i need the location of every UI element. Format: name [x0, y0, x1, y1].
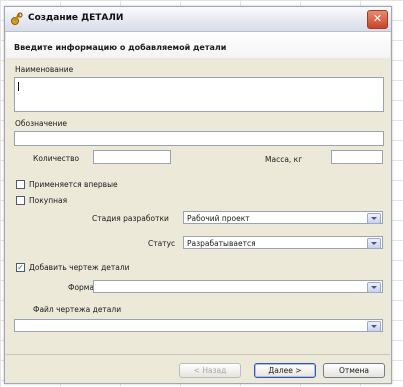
stage-select[interactable]: Рабочий проект: [183, 211, 383, 224]
name-textarea[interactable]: [14, 77, 384, 112]
drawing-file-select[interactable]: [14, 319, 383, 332]
checkmark-icon: ✓: [17, 263, 24, 272]
drawing-file-label: Файл чертежа детали: [33, 305, 122, 314]
applied-first-label: Применяется впервые: [29, 180, 118, 189]
cancel-button[interactable]: Отмена: [323, 363, 385, 378]
designation-label: Обозначение: [15, 119, 68, 128]
status-label: Статус: [148, 239, 176, 248]
chevron-down-icon[interactable]: [367, 282, 381, 293]
purchased-label: Покупная: [29, 196, 68, 205]
purchased-checkbox[interactable]: [16, 196, 25, 205]
stage-label: Стадия разработки: [92, 214, 169, 223]
applied-first-checkbox[interactable]: [16, 180, 25, 189]
add-drawing-label: Добавить чертеж детали: [29, 263, 130, 272]
next-button[interactable]: Далее >: [254, 363, 316, 378]
create-part-dialog: Создание ДЕТАЛИ ✕ Введите информацию о д…: [4, 6, 392, 384]
chevron-down-icon[interactable]: [367, 213, 381, 224]
instruction-heading: Введите информацию о добавляемой детали: [14, 43, 227, 52]
wrench-gear-icon: [11, 12, 23, 25]
quantity-label: Количество: [33, 154, 80, 163]
mass-input[interactable]: [331, 150, 383, 164]
designation-input[interactable]: [14, 131, 384, 146]
add-drawing-checkbox[interactable]: ✓: [16, 263, 25, 272]
chevron-down-icon[interactable]: [367, 321, 381, 332]
title-bar: Создание ДЕТАЛИ ✕: [5, 7, 391, 32]
quantity-input[interactable]: [93, 150, 171, 164]
mass-label: Масса, кг: [265, 155, 303, 164]
status-select[interactable]: Разрабатывается: [183, 236, 383, 249]
format-select[interactable]: [93, 280, 383, 293]
back-button[interactable]: < Назад: [179, 363, 241, 378]
close-button[interactable]: ✕: [367, 10, 388, 29]
text-caret: [18, 82, 19, 91]
chevron-down-icon[interactable]: [367, 238, 381, 249]
stage-value: Рабочий проект: [187, 214, 250, 223]
name-label: Наименование: [15, 65, 74, 74]
footer-separator: [6, 354, 390, 355]
close-icon: ✕: [372, 12, 383, 25]
status-value: Разрабатывается: [187, 239, 256, 248]
dialog-title: Создание ДЕТАЛИ: [28, 13, 124, 23]
